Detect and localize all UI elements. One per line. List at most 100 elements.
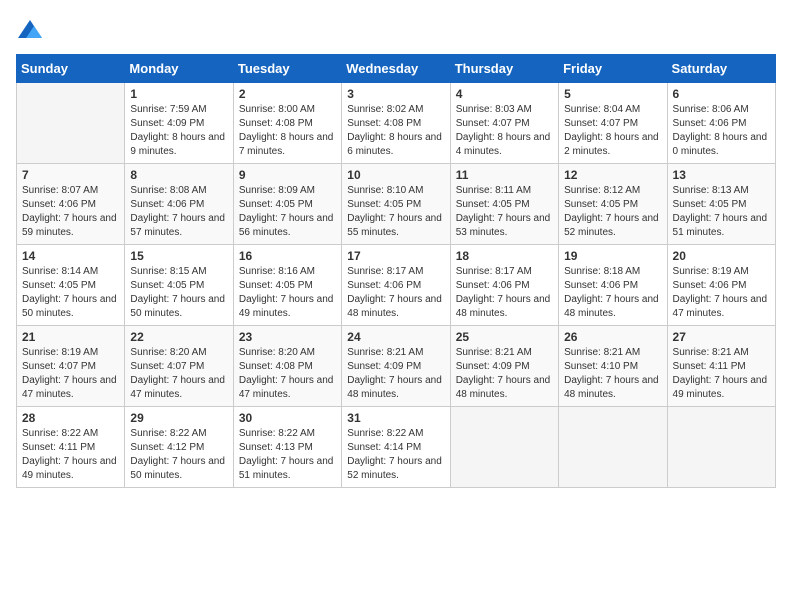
calendar-cell — [667, 407, 775, 488]
calendar-cell: 10 Sunrise: 8:10 AMSunset: 4:05 PMDayligh… — [342, 164, 450, 245]
day-number: 15 — [130, 249, 227, 263]
day-info: Sunrise: 8:03 AMSunset: 4:07 PMDaylight:… — [456, 103, 553, 159]
day-number: 3 — [347, 87, 444, 101]
day-info: Sunrise: 8:10 AMSunset: 4:05 PMDaylight:… — [347, 184, 444, 240]
day-info: Sunrise: 8:20 AMSunset: 4:08 PMDaylight:… — [239, 346, 336, 402]
day-info: Sunrise: 8:14 AMSunset: 4:05 PMDaylight:… — [22, 265, 119, 321]
calendar-cell: 31 Sunrise: 8:22 AMSunset: 4:14 PMDayligh… — [342, 407, 450, 488]
col-header-saturday: Saturday — [667, 55, 775, 83]
logo-icon — [16, 16, 44, 44]
week-row-0: 1 Sunrise: 7:59 AMSunset: 4:09 PMDaylight… — [17, 83, 776, 164]
day-number: 2 — [239, 87, 336, 101]
calendar-cell — [450, 407, 558, 488]
calendar-cell: 14 Sunrise: 8:14 AMSunset: 4:05 PMDayligh… — [17, 245, 125, 326]
calendar-cell: 4 Sunrise: 8:03 AMSunset: 4:07 PMDaylight… — [450, 83, 558, 164]
day-number: 14 — [22, 249, 119, 263]
col-header-wednesday: Wednesday — [342, 55, 450, 83]
col-header-friday: Friday — [559, 55, 667, 83]
day-number: 8 — [130, 168, 227, 182]
calendar-cell: 20 Sunrise: 8:19 AMSunset: 4:06 PMDayligh… — [667, 245, 775, 326]
calendar-cell: 16 Sunrise: 8:16 AMSunset: 4:05 PMDayligh… — [233, 245, 341, 326]
day-info: Sunrise: 7:59 AMSunset: 4:09 PMDaylight:… — [130, 103, 227, 159]
day-number: 7 — [22, 168, 119, 182]
day-number: 20 — [673, 249, 770, 263]
calendar-cell: 17Sunrise: 8:17 AMSunset: 4:06 PMDayligh… — [342, 245, 450, 326]
calendar-cell: 3 Sunrise: 8:02 AMSunset: 4:08 PMDaylight… — [342, 83, 450, 164]
day-number: 13 — [673, 168, 770, 182]
day-info: Sunrise: 8:21 AMSunset: 4:09 PMDaylight:… — [347, 346, 444, 402]
calendar-table: SundayMondayTuesdayWednesdayThursdayFrid… — [16, 54, 776, 488]
day-number: 25 — [456, 330, 553, 344]
calendar-cell: 19Sunrise: 8:18 AMSunset: 4:06 PMDayligh… — [559, 245, 667, 326]
calendar-cell: 24 Sunrise: 8:21 AMSunset: 4:09 PMDayligh… — [342, 326, 450, 407]
week-row-3: 21 Sunrise: 8:19 AMSunset: 4:07 PMDayligh… — [17, 326, 776, 407]
day-number: 22 — [130, 330, 227, 344]
day-number: 1 — [130, 87, 227, 101]
day-number: 18 — [456, 249, 553, 263]
week-row-1: 7 Sunrise: 8:07 AMSunset: 4:06 PMDaylight… — [17, 164, 776, 245]
day-info: Sunrise: 8:17 AMSunset: 4:06 PMDaylight:… — [456, 265, 553, 321]
calendar-cell: 12Sunrise: 8:12 AMSunset: 4:05 PMDayligh… — [559, 164, 667, 245]
day-info: Sunrise: 8:08 AMSunset: 4:06 PMDaylight:… — [130, 184, 227, 240]
calendar-cell: 22 Sunrise: 8:20 AMSunset: 4:07 PMDayligh… — [125, 326, 233, 407]
day-number: 21 — [22, 330, 119, 344]
calendar-cell: 25 Sunrise: 8:21 AMSunset: 4:09 PMDayligh… — [450, 326, 558, 407]
col-header-tuesday: Tuesday — [233, 55, 341, 83]
calendar-cell: 23 Sunrise: 8:20 AMSunset: 4:08 PMDayligh… — [233, 326, 341, 407]
day-info: Sunrise: 8:22 AMSunset: 4:12 PMDaylight:… — [130, 427, 227, 483]
day-info: Sunrise: 8:22 AMSunset: 4:13 PMDaylight:… — [239, 427, 336, 483]
calendar-cell: 13 Sunrise: 8:13 AMSunset: 4:05 PMDayligh… — [667, 164, 775, 245]
day-number: 27 — [673, 330, 770, 344]
day-number: 23 — [239, 330, 336, 344]
calendar-cell: 8 Sunrise: 8:08 AMSunset: 4:06 PMDaylight… — [125, 164, 233, 245]
day-info: Sunrise: 8:20 AMSunset: 4:07 PMDaylight:… — [130, 346, 227, 402]
day-number: 29 — [130, 411, 227, 425]
calendar-cell: 9Sunrise: 8:09 AMSunset: 4:05 PMDaylight… — [233, 164, 341, 245]
calendar-cell: 21 Sunrise: 8:19 AMSunset: 4:07 PMDayligh… — [17, 326, 125, 407]
day-info: Sunrise: 8:13 AMSunset: 4:05 PMDaylight:… — [673, 184, 770, 240]
calendar-cell: 2Sunrise: 8:00 AMSunset: 4:08 PMDaylight… — [233, 83, 341, 164]
day-info: Sunrise: 8:21 AMSunset: 4:11 PMDaylight:… — [673, 346, 770, 402]
calendar-cell: 18 Sunrise: 8:17 AMSunset: 4:06 PMDayligh… — [450, 245, 558, 326]
day-info: Sunrise: 8:07 AMSunset: 4:06 PMDaylight:… — [22, 184, 119, 240]
week-row-4: 28 Sunrise: 8:22 AMSunset: 4:11 PMDayligh… — [17, 407, 776, 488]
day-number: 31 — [347, 411, 444, 425]
day-number: 11 — [456, 168, 553, 182]
day-number: 4 — [456, 87, 553, 101]
col-header-monday: Monday — [125, 55, 233, 83]
day-info: Sunrise: 8:18 AMSunset: 4:06 PMDaylight:… — [564, 265, 661, 321]
day-info: Sunrise: 8:04 AMSunset: 4:07 PMDaylight:… — [564, 103, 661, 159]
calendar-cell: 26Sunrise: 8:21 AMSunset: 4:10 PMDayligh… — [559, 326, 667, 407]
calendar-cell: 29 Sunrise: 8:22 AMSunset: 4:12 PMDayligh… — [125, 407, 233, 488]
day-info: Sunrise: 8:12 AMSunset: 4:05 PMDaylight:… — [564, 184, 661, 240]
day-number: 16 — [239, 249, 336, 263]
day-info: Sunrise: 8:21 AMSunset: 4:10 PMDaylight:… — [564, 346, 661, 402]
calendar-cell — [559, 407, 667, 488]
day-info: Sunrise: 8:02 AMSunset: 4:08 PMDaylight:… — [347, 103, 444, 159]
day-info: Sunrise: 8:21 AMSunset: 4:09 PMDaylight:… — [456, 346, 553, 402]
day-info: Sunrise: 8:19 AMSunset: 4:07 PMDaylight:… — [22, 346, 119, 402]
day-number: 5 — [564, 87, 661, 101]
calendar-cell: 5 Sunrise: 8:04 AMSunset: 4:07 PMDaylight… — [559, 83, 667, 164]
day-info: Sunrise: 8:22 AMSunset: 4:11 PMDaylight:… — [22, 427, 119, 483]
calendar-cell: 15Sunrise: 8:15 AMSunset: 4:05 PMDayligh… — [125, 245, 233, 326]
col-header-sunday: Sunday — [17, 55, 125, 83]
day-number: 28 — [22, 411, 119, 425]
day-info: Sunrise: 8:17 AMSunset: 4:06 PMDaylight:… — [347, 265, 444, 321]
calendar-cell: 28 Sunrise: 8:22 AMSunset: 4:11 PMDayligh… — [17, 407, 125, 488]
calendar-cell: 27 Sunrise: 8:21 AMSunset: 4:11 PMDayligh… — [667, 326, 775, 407]
days-header-row: SundayMondayTuesdayWednesdayThursdayFrid… — [17, 55, 776, 83]
day-info: Sunrise: 8:19 AMSunset: 4:06 PMDaylight:… — [673, 265, 770, 321]
day-info: Sunrise: 8:16 AMSunset: 4:05 PMDaylight:… — [239, 265, 336, 321]
day-number: 24 — [347, 330, 444, 344]
day-info: Sunrise: 8:06 AMSunset: 4:06 PMDaylight:… — [673, 103, 770, 159]
calendar-cell: 30 Sunrise: 8:22 AMSunset: 4:13 PMDayligh… — [233, 407, 341, 488]
calendar-cell — [17, 83, 125, 164]
day-info: Sunrise: 8:22 AMSunset: 4:14 PMDaylight:… — [347, 427, 444, 483]
week-row-2: 14 Sunrise: 8:14 AMSunset: 4:05 PMDayligh… — [17, 245, 776, 326]
day-info: Sunrise: 8:09 AMSunset: 4:05 PMDaylight:… — [239, 184, 336, 240]
calendar-cell: 11Sunrise: 8:11 AMSunset: 4:05 PMDayligh… — [450, 164, 558, 245]
col-header-thursday: Thursday — [450, 55, 558, 83]
day-number: 10 — [347, 168, 444, 182]
day-number: 30 — [239, 411, 336, 425]
